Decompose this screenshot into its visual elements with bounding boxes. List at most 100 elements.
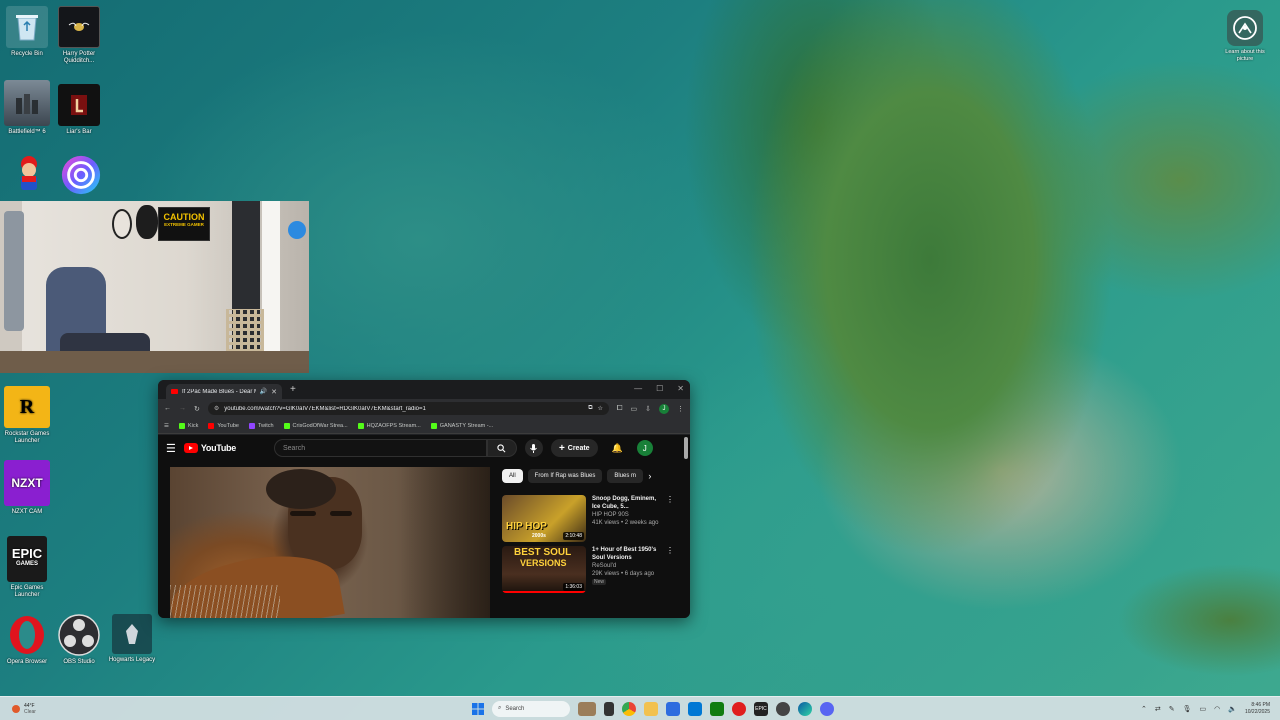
display-icon[interactable]: ▭ (1200, 705, 1207, 713)
weather-temp: 44°F (24, 702, 35, 709)
taskbar-pinned-apps: ⌕ Search EPIC (471, 700, 834, 717)
microsoft-store-icon[interactable] (665, 701, 680, 716)
show-hidden-icons-chevron-icon[interactable]: ⌃ (1141, 705, 1147, 713)
desktop-icon-opera[interactable]: Opera Browser (0, 614, 54, 666)
url-text: youtube.com/watch?v=GlK0aIV7EKM&list=RDG… (224, 405, 426, 412)
tab-title: If 2Pac Made Blues - Dear M... (182, 388, 256, 395)
volume-icon[interactable]: 🔈 (1228, 705, 1237, 713)
profile-avatar[interactable]: J (659, 403, 669, 414)
desktop-icon-recycle-bin[interactable]: Recycle Bin (0, 6, 54, 58)
kick-icon (283, 422, 290, 429)
chip-from-if-rap-was-blues[interactable]: From If Rap was Blues (527, 469, 603, 483)
channel-name[interactable]: ReSoul'd (592, 562, 660, 570)
youtube-search-button[interactable] (486, 439, 517, 457)
file-explorer-icon[interactable] (643, 701, 658, 716)
youtube-logo[interactable]: YouTube (183, 443, 236, 453)
chrome-icon[interactable] (621, 701, 636, 716)
pen-icon[interactable]: ✎ (1169, 705, 1175, 713)
more-options-icon[interactable]: ⋮ (666, 546, 674, 593)
desktop-icon-harry-potter-quidditch[interactable]: Harry Potter Quidditch... (52, 6, 106, 65)
network-icon[interactable]: ⇄ (1155, 705, 1161, 713)
battlefield-6-icon (4, 80, 50, 126)
obs-studio-icon (58, 614, 100, 656)
xbox-icon[interactable] (709, 701, 724, 716)
browser-window[interactable]: If 2Pac Made Blues - Dear M... 🔊 ✕ + — ☐… (158, 380, 690, 618)
learn-about-picture-widget[interactable]: Learn about this picture (1222, 10, 1268, 63)
epic-games-taskbar-icon[interactable]: EPIC (753, 701, 768, 716)
desktop-icon-ubisoft-connect[interactable] (54, 154, 108, 199)
maximize-icon[interactable]: ☐ (656, 384, 663, 393)
weather-widget[interactable]: 44°F Clear (12, 703, 36, 715)
chip-all[interactable]: All (502, 469, 523, 483)
create-button[interactable]: + Create (550, 439, 598, 457)
minimize-icon[interactable]: — (634, 384, 642, 393)
install-app-icon[interactable]: ⧉ (588, 405, 592, 412)
bookmarks-bar: ☰ Kick YouTube Twitch CrisGodOfWar Strea… (158, 418, 690, 434)
search-icon: ⌕ (497, 705, 502, 711)
recommendation-item[interactable]: HIP HOP 2000s 2:10:48 Snoop Dogg, Eminem… (502, 495, 674, 542)
video-thumbnail[interactable]: BEST SOUL VERSIONS 1:36:03 (502, 546, 586, 593)
steam-icon[interactable] (687, 701, 702, 716)
downloads-icon[interactable]: ⇩ (645, 405, 651, 413)
wifi-icon[interactable]: ◠ (1214, 705, 1220, 713)
youtube-avatar[interactable]: J (636, 440, 653, 456)
discord-icon[interactable] (819, 701, 834, 716)
recommendation-item[interactable]: BEST SOUL VERSIONS 1:36:03 1+ Hour of Be… (502, 546, 674, 593)
bookmark-crisgodofwar[interactable]: CrisGodOfWar Strea... (283, 422, 348, 429)
desktop-icon-epic-games[interactable]: EPIC GAMES Epic Games Launcher (0, 536, 54, 599)
new-tab-button[interactable]: + (290, 384, 296, 395)
chips-next-icon[interactable]: › (648, 469, 651, 483)
site-info-icon[interactable]: ⚙ (214, 405, 219, 412)
extensions-icon[interactable]: ⧠ (617, 405, 623, 413)
task-view-icon[interactable] (603, 701, 614, 716)
search-highlight-icon[interactable] (577, 701, 596, 716)
youtube-page: ☰ YouTube Search + Create 🔔 J All From I… (158, 435, 690, 618)
video-title[interactable]: Snoop Dogg, Eminem, Ice Cube, 5... (592, 495, 660, 511)
hamburger-menu-icon[interactable]: ☰ (166, 442, 176, 455)
edge-icon[interactable] (797, 701, 812, 716)
youtube-search-input[interactable]: Search (273, 439, 487, 457)
desktop-icon-battlefield-6[interactable]: Battlefield™ 6 (0, 80, 54, 136)
desktop-icon-mario[interactable] (2, 154, 56, 199)
apps-grid-icon[interactable]: ☰ (164, 423, 169, 429)
forward-icon[interactable]: → (179, 405, 186, 412)
reload-icon[interactable]: ↻ (194, 405, 200, 413)
bookmark-twitch[interactable]: Twitch (248, 422, 274, 429)
video-thumbnail[interactable]: HIP HOP 2000s 2:10:48 (502, 495, 586, 542)
clock[interactable]: 8:46 PM 10/22/2025 (1245, 702, 1270, 716)
obs-taskbar-icon[interactable] (775, 701, 790, 716)
bookmark-ganasty[interactable]: GANASTY Stream -... (430, 422, 493, 429)
browser-menu-icon[interactable]: ⋮ (677, 405, 684, 413)
more-options-icon[interactable]: ⋮ (666, 495, 674, 542)
tab-close-icon[interactable]: ✕ (271, 388, 277, 396)
voice-search-button[interactable] (524, 439, 543, 457)
opera-gx-icon[interactable] (731, 701, 746, 716)
channel-name[interactable]: HIP HOP 90S (592, 511, 660, 519)
chip-blues[interactable]: Blues m (607, 469, 644, 483)
bookmark-kick[interactable]: Kick (178, 422, 198, 429)
desktop-icon-rockstar-games[interactable]: R Rockstar Games Launcher (0, 386, 54, 445)
split-view-icon[interactable]: ▭ (631, 405, 638, 413)
scrollbar-thumb[interactable] (684, 437, 688, 459)
video-player[interactable] (170, 467, 490, 618)
desktop-icon-hogwarts-legacy[interactable]: Hogwarts Legacy (105, 614, 159, 664)
notifications-bell-icon[interactable]: 🔔 (612, 443, 623, 454)
windows-start-icon[interactable] (471, 702, 484, 715)
taskbar-search-box[interactable]: ⌕ Search (491, 700, 570, 717)
hogwarts-legacy-icon (112, 614, 152, 654)
tab-audio-icon[interactable]: 🔊 (260, 388, 267, 395)
bookmark-star-icon[interactable]: ☆ (598, 405, 603, 412)
desktop-icon-liars-bar[interactable]: Liar's Bar (52, 84, 106, 136)
back-icon[interactable]: ← (164, 405, 171, 412)
desktop-icon-obs-studio[interactable]: OBS Studio (52, 614, 106, 666)
microphone-tray-icon[interactable]: 🎙 (1183, 705, 1192, 713)
kick-icon (357, 422, 364, 429)
bookmark-youtube[interactable]: YouTube (208, 422, 239, 429)
tab-youtube-video[interactable]: If 2Pac Made Blues - Dear M... 🔊 ✕ (166, 384, 282, 399)
address-bar[interactable]: ⚙ youtube.com/watch?v=GlK0aIV7EKM&list=R… (207, 402, 609, 415)
desktop-icon-label: Epic Games Launcher (10, 585, 44, 598)
bookmark-hqzaofps[interactable]: HQZAOFPS Stream... (357, 422, 421, 429)
desktop-icon-nzxt-cam[interactable]: NZXT NZXT CAM (0, 460, 54, 516)
close-window-icon[interactable]: ✕ (677, 384, 684, 393)
video-title[interactable]: 1+ Hour of Best 1950's Soul Versions (592, 546, 660, 562)
